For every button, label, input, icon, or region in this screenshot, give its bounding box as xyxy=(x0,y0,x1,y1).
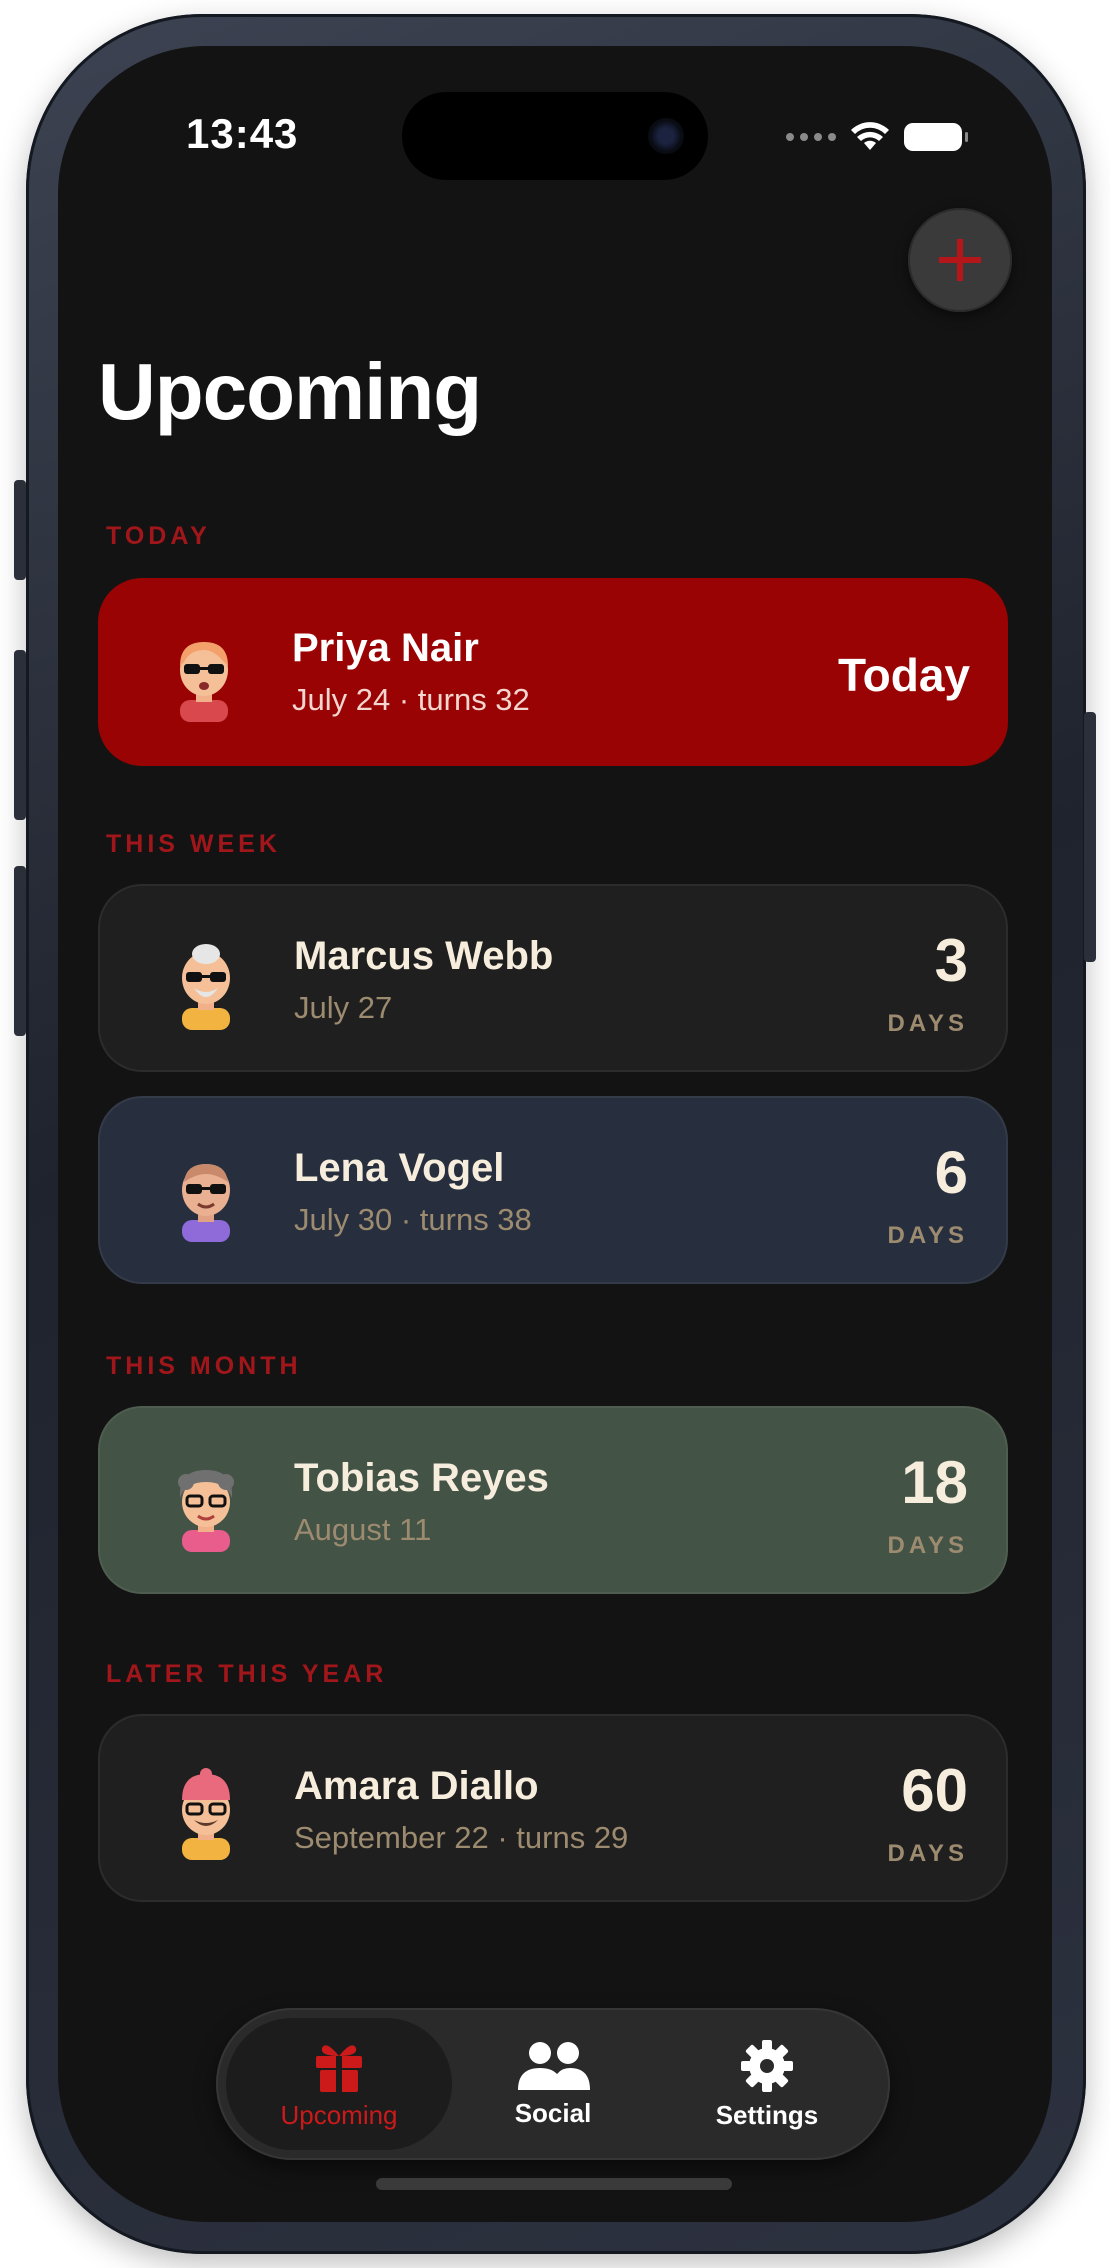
days-unit: DAYS xyxy=(887,1840,968,1867)
birthday-date: July 24 · turns 32 xyxy=(292,682,530,717)
avatar xyxy=(180,642,228,722)
plus-icon xyxy=(939,239,981,281)
birthday-card[interactable]: Tobias Reyes August 11 18 DAYS xyxy=(98,1406,1008,1594)
tab-settings[interactable]: Settings xyxy=(654,2018,880,2150)
action-button xyxy=(14,480,26,580)
birthday-date: September 22 · turns 29 xyxy=(294,1820,629,1855)
contact-name: Priya Nair xyxy=(292,626,479,670)
tab-social[interactable]: Social xyxy=(440,2018,666,2150)
tab-bar: Upcoming Social Settings xyxy=(216,2008,890,2160)
gear-icon xyxy=(741,2039,793,2092)
power-button xyxy=(1084,712,1096,962)
dynamic-island xyxy=(402,92,708,180)
days-count: 3 xyxy=(934,927,968,994)
signal-icon xyxy=(786,133,836,141)
tab-label: Social xyxy=(514,2097,592,2128)
people-icon xyxy=(518,2041,590,2090)
camera-icon xyxy=(648,118,684,154)
status-time: 13:43 xyxy=(186,110,299,157)
contact-name: Lena Vogel xyxy=(294,1146,505,1190)
today-badge: Today xyxy=(837,649,970,701)
contact-name: Tobias Reyes xyxy=(294,1456,549,1500)
volume-down-button xyxy=(14,866,26,1036)
section-label-this-month: THIS MONTH xyxy=(106,1352,302,1380)
avatar xyxy=(178,1470,234,1552)
birthday-card[interactable]: Lena Vogel July 30 · turns 38 6 DAYS xyxy=(98,1096,1008,1284)
avatar xyxy=(182,1768,230,1860)
page-title: Upcoming xyxy=(98,347,482,436)
days-count: 6 xyxy=(934,1139,968,1206)
days-unit: DAYS xyxy=(887,1010,968,1037)
section-label-today: TODAY xyxy=(106,522,211,550)
birthday-date: July 27 xyxy=(294,990,393,1025)
section-label-later-this-year: LATER THIS YEAR xyxy=(106,1660,388,1688)
days-count: 60 xyxy=(901,1757,968,1824)
birthday-card[interactable]: Marcus Webb July 27 3 DAYS xyxy=(98,884,1008,1072)
home-indicator[interactable] xyxy=(376,2178,732,2190)
days-unit: DAYS xyxy=(887,1222,968,1249)
days-unit: DAYS xyxy=(887,1532,968,1559)
avatar xyxy=(182,1164,230,1242)
days-count: 18 xyxy=(901,1449,968,1516)
tab-label: Settings xyxy=(715,2099,819,2130)
birthday-date: July 30 · turns 38 xyxy=(294,1202,532,1237)
birthday-card[interactable]: Priya Nair July 24 · turns 32 Today xyxy=(98,578,1008,766)
wifi-icon xyxy=(851,122,889,150)
section-label-this-week: THIS WEEK xyxy=(106,830,281,858)
contact-name: Marcus Webb xyxy=(294,934,554,978)
birthday-card[interactable]: Amara Diallo September 22 · turns 29 60 … xyxy=(98,1714,1008,1902)
volume-up-button xyxy=(14,650,26,820)
status-icons xyxy=(786,122,968,152)
avatar xyxy=(182,944,230,1030)
gift-icon xyxy=(316,2044,362,2092)
tab-label: Upcoming xyxy=(280,2099,398,2130)
add-birthday-button[interactable] xyxy=(908,208,1012,312)
birthday-date: August 11 xyxy=(294,1512,432,1547)
contact-name: Amara Diallo xyxy=(294,1764,539,1808)
screen: 13:43 Upcoming TODAY Priya Nair July 24 … xyxy=(58,46,1052,2222)
tab-upcoming[interactable]: Upcoming xyxy=(226,2018,452,2150)
battery-icon xyxy=(904,123,968,151)
